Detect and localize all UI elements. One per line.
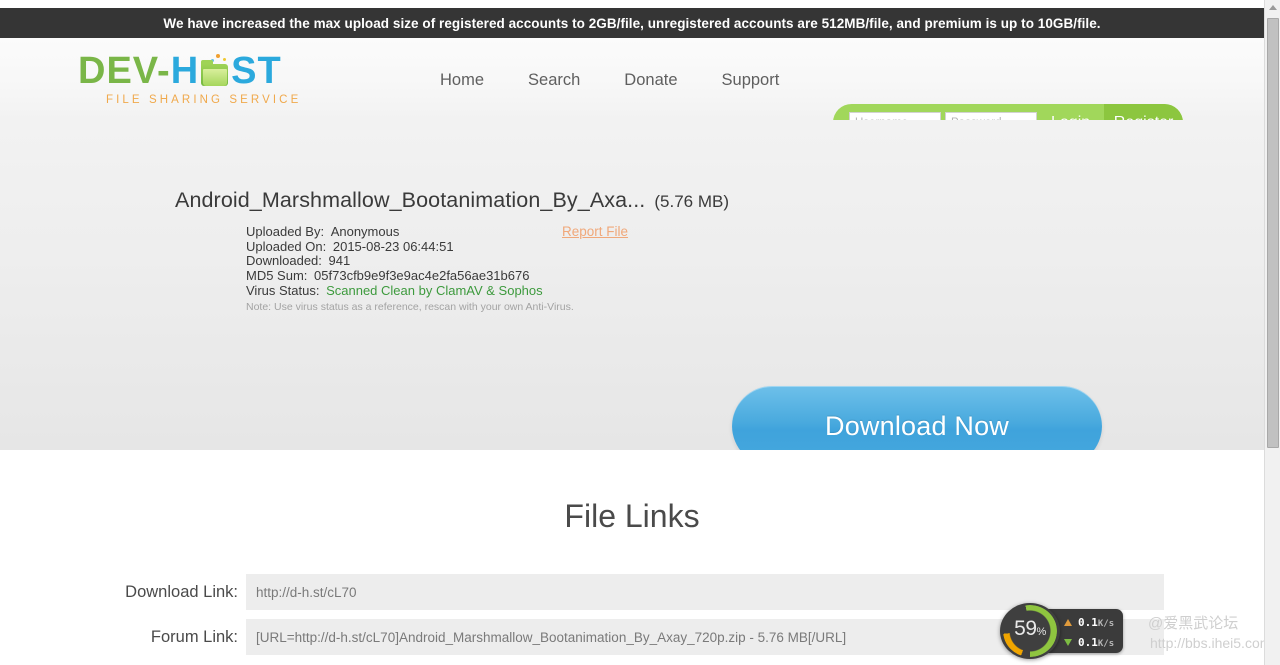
nav-item-support[interactable]: Support	[722, 71, 780, 90]
md5-sum-label: MD5 Sum:	[246, 268, 308, 284]
logo-text-h: H	[170, 50, 200, 92]
download-speed-value: 0.1K/s	[1078, 636, 1115, 649]
file-info-panel: Android_Marshmallow_Bootanimation_By_Axa…	[0, 120, 1264, 466]
virus-note: Note: Use virus status as a reference, r…	[246, 301, 574, 314]
page-scrollbar[interactable]	[1264, 0, 1280, 665]
md5-sum-value: 05f73cfb9e9f3e9ac4e2fa56ae31b676	[314, 268, 530, 284]
watermark-url: http://bbs.ihei5.com	[1150, 635, 1272, 651]
folder-dot-orange	[216, 54, 221, 58]
page-root: We have increased the max upload size of…	[0, 0, 1280, 665]
arrow-up-icon	[1064, 619, 1072, 626]
announcement-text: We have increased the max upload size of…	[163, 15, 1101, 31]
uploaded-by-value: Anonymous	[330, 224, 400, 239]
downloaded-label: Downloaded:	[246, 253, 322, 269]
file-size: (5.76 MB)	[654, 192, 730, 211]
virus-status-value: Scanned Clean by ClamAV & Sophos	[326, 282, 543, 298]
forum-link-label: Forum Link:	[150, 627, 238, 646]
download-speed-row: 0.1K/s	[1064, 636, 1114, 649]
virus-status-label: Virus Status:	[246, 282, 320, 298]
file-name: Android_Marshmallow_Bootanimation_By_Axa…	[175, 188, 646, 212]
nav-item-search[interactable]: Search	[528, 71, 580, 90]
logo-text-st: ST	[231, 50, 282, 92]
uploaded-by-label: Uploaded By:	[246, 224, 325, 239]
file-metadata: Uploaded By: Anonymous Uploaded On: 2015…	[246, 224, 574, 314]
file-links-heading: File Links	[564, 498, 700, 534]
download-now-label: Download Now	[825, 410, 1009, 441]
nav-item-home[interactable]: Home	[440, 71, 484, 90]
uploaded-on-value: 2015-08-23 06:44:51	[332, 238, 454, 254]
speed-percent: 59%	[1014, 617, 1046, 640]
meta-row-virus: Virus Status: Scanned Clean by ClamAV & …	[246, 282, 574, 298]
main-navigation: Home Search Donate Support	[440, 71, 779, 90]
folder-front	[203, 69, 228, 86]
site-logo[interactable]: DEV-H ST FILE SHARING SERVICE	[78, 50, 298, 108]
logo-tagline: FILE SHARING SERVICE	[106, 94, 302, 106]
report-file-link[interactable]: Report File	[562, 224, 628, 239]
logo-wordmark: DEV-H ST	[78, 50, 298, 92]
downloaded-value: 941	[328, 253, 351, 269]
logo-text-dash: -	[157, 50, 171, 92]
site-header: DEV-H ST FILE SHARING SERVICE Home Search…	[0, 38, 1264, 141]
upload-speed-value: 0.1K/s	[1078, 616, 1115, 629]
file-title-row: Android_Marshmallow_Bootanimation_By_Axa…	[175, 188, 729, 213]
network-speed-widget[interactable]: 0.1K/s 0.1K/s 59%	[1000, 603, 1123, 659]
announcement-bar: We have increased the max upload size of…	[0, 8, 1264, 38]
arrow-down-icon	[1064, 639, 1072, 646]
uploaded-on-label: Uploaded On:	[246, 238, 327, 254]
folder-dot-yellow	[223, 58, 227, 61]
scrollbar-thumb[interactable]	[1267, 18, 1279, 448]
watermark-name: @爱黑武论坛	[1148, 615, 1239, 632]
meta-row: Uploaded By: Anonymous	[246, 224, 574, 239]
upload-speed-row: 0.1K/s	[1064, 616, 1114, 629]
folder-icon	[200, 54, 230, 87]
download-link-label: Download Link:	[125, 582, 238, 601]
scroll-up-arrow-icon[interactable]	[1269, 5, 1277, 10]
meta-row: Downloaded: 941	[246, 254, 574, 268]
logo-text-dev: DEV	[78, 50, 158, 92]
speed-gauge: 59%	[1000, 603, 1060, 659]
meta-row: Uploaded On: 2015-08-23 06:44:51	[246, 238, 574, 254]
nav-item-donate[interactable]: Donate	[624, 71, 677, 90]
meta-row: MD5 Sum: 05f73cfb9e9f3e9ac4e2fa56ae31b67…	[246, 269, 574, 283]
